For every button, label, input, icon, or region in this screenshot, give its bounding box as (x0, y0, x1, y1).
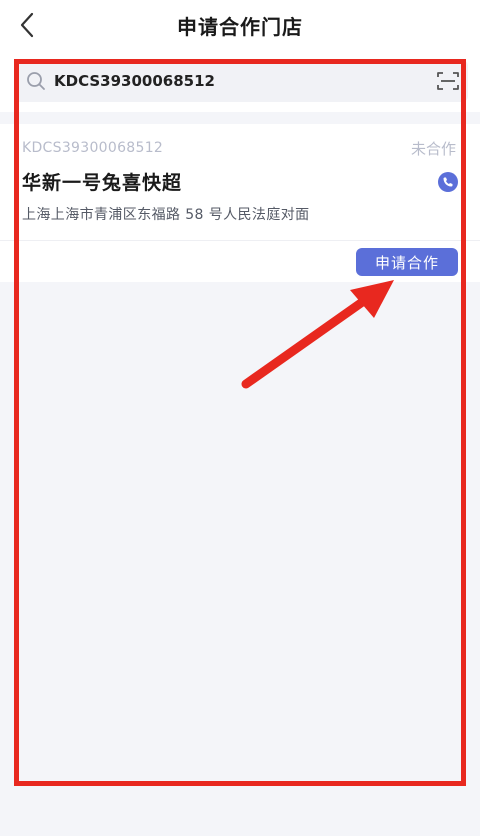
search-input[interactable] (54, 60, 428, 102)
chevron-left-icon (20, 12, 34, 38)
search-area (0, 50, 480, 112)
apply-cooperation-button[interactable]: 申请合作 (356, 248, 458, 276)
navigation-bar: 申请合作门店 (0, 0, 480, 50)
page-title: 申请合作门店 (177, 14, 303, 39)
phone-button[interactable] (438, 172, 458, 192)
divider (0, 240, 480, 241)
store-code: KDCS39300068512 (22, 140, 164, 156)
status-badge: 未合作 (410, 140, 456, 158)
search-icon (18, 60, 54, 102)
search-box[interactable] (14, 60, 468, 102)
store-name: 华新一号兔喜快超 (22, 172, 183, 194)
back-button[interactable] (10, 8, 44, 42)
phone-icon (443, 177, 453, 187)
scan-icon[interactable] (428, 60, 468, 102)
store-address: 上海上海市青浦区东福路 58 号人民法庭对面 (22, 207, 310, 223)
store-card: KDCS39300068512 未合作 华新一号兔喜快超 上海上海市青浦区东福路… (0, 124, 480, 282)
